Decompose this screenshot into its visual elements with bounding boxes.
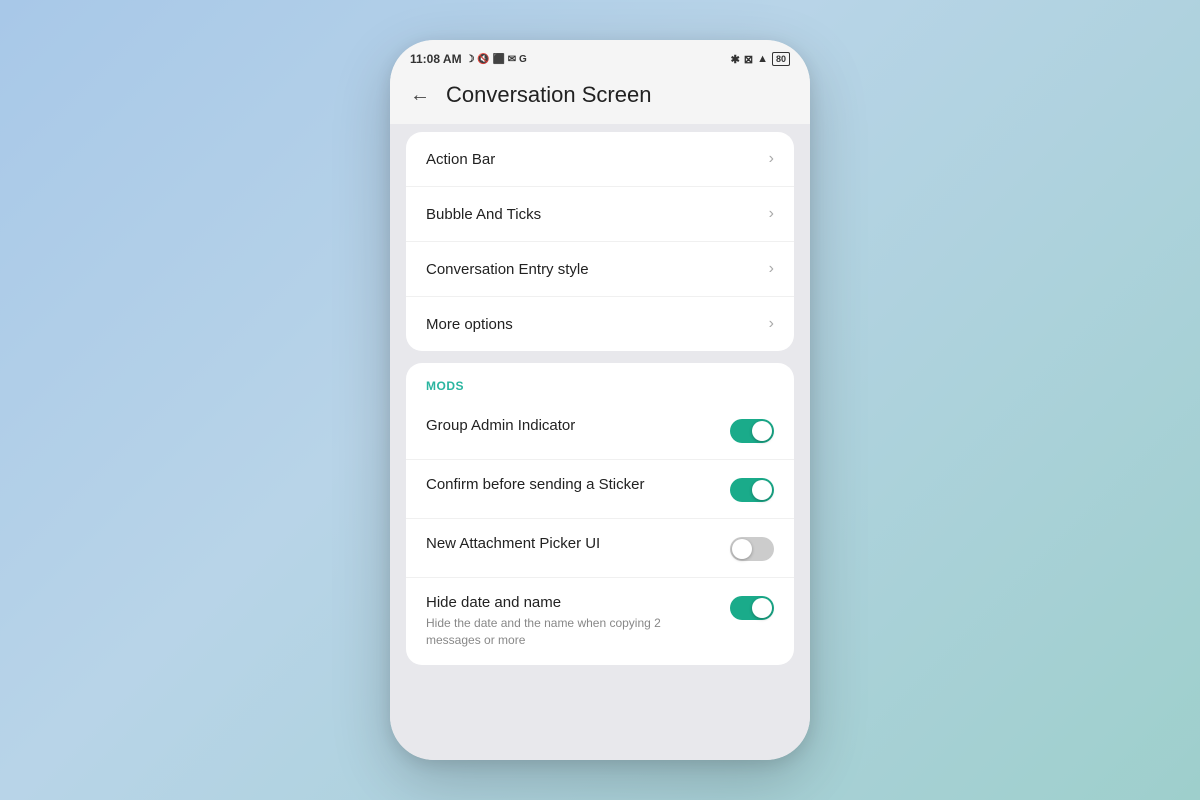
status-icons-left: ☽ 🔇 ⬛ ✉ G <box>466 54 527 65</box>
toggle-attachment-picker[interactable] <box>730 537 774 561</box>
chevron-icon: › <box>769 150 774 168</box>
mods-card: MODS Group Admin Indicator Confirm befor… <box>406 363 794 665</box>
menu-item-label: Bubble And Ticks <box>426 206 541 223</box>
toggle-knob <box>752 598 772 618</box>
back-button[interactable]: ← <box>410 84 430 107</box>
toggle-row-hide-date-name: Hide date and name Hide the date and the… <box>406 578 794 665</box>
toggle-row-group-admin: Group Admin Indicator <box>406 401 794 460</box>
phone-shell: 11:08 AM ☽ 🔇 ⬛ ✉ G ✱ ⊠ ▲ 80 ← Conversati… <box>390 40 810 760</box>
bluetooth-icon: ✱ <box>731 53 740 66</box>
page-title: Conversation Screen <box>446 82 651 108</box>
toggle-confirm-sticker[interactable] <box>730 478 774 502</box>
menu-item-bubble-ticks[interactable]: Bubble And Ticks › <box>406 187 794 242</box>
status-time-group: 11:08 AM ☽ 🔇 ⬛ ✉ G <box>410 52 527 66</box>
toggle-row-confirm-sticker: Confirm before sending a Sticker <box>406 460 794 519</box>
screenshot-icon: ⊠ <box>744 53 753 66</box>
toggle-knob <box>732 539 752 559</box>
toggle-label-confirm-sticker: Confirm before sending a Sticker <box>426 476 714 493</box>
menu-item-conversation-entry[interactable]: Conversation Entry style › <box>406 242 794 297</box>
toggle-knob <box>752 421 772 441</box>
menu-item-label: More options <box>426 316 513 333</box>
content-scroll: Action Bar › Bubble And Ticks › Conversa… <box>390 124 810 760</box>
status-time: 11:08 AM <box>410 52 462 66</box>
wifi-icon: ▲ <box>757 53 768 65</box>
toggle-group-admin[interactable] <box>730 419 774 443</box>
toggle-label-group-admin: Group Admin Indicator <box>426 417 714 434</box>
app-header: ← Conversation Screen <box>390 74 810 124</box>
toggle-row-attachment-picker: New Attachment Picker UI <box>406 519 794 578</box>
battery-icon: 80 <box>772 52 790 66</box>
status-bar: 11:08 AM ☽ 🔇 ⬛ ✉ G ✱ ⊠ ▲ 80 <box>390 40 810 74</box>
toggle-label-hide-date-name: Hide date and name <box>426 594 714 611</box>
mods-section-label: MODS <box>406 363 794 401</box>
menu-card: Action Bar › Bubble And Ticks › Conversa… <box>406 132 794 351</box>
toggle-hide-date-name[interactable] <box>730 596 774 620</box>
menu-item-more-options[interactable]: More options › <box>406 297 794 351</box>
toggle-label-attachment-picker: New Attachment Picker UI <box>426 535 714 552</box>
toggle-knob <box>752 480 772 500</box>
toggle-sublabel-hide-date-name: Hide the date and the name when copying … <box>426 615 714 649</box>
chevron-icon: › <box>769 260 774 278</box>
menu-item-action-bar[interactable]: Action Bar › <box>406 132 794 187</box>
chevron-icon: › <box>769 315 774 333</box>
status-icons-right: ✱ ⊠ ▲ 80 <box>731 52 790 66</box>
chevron-icon: › <box>769 205 774 223</box>
menu-item-label: Action Bar <box>426 151 495 168</box>
menu-item-label: Conversation Entry style <box>426 261 589 278</box>
